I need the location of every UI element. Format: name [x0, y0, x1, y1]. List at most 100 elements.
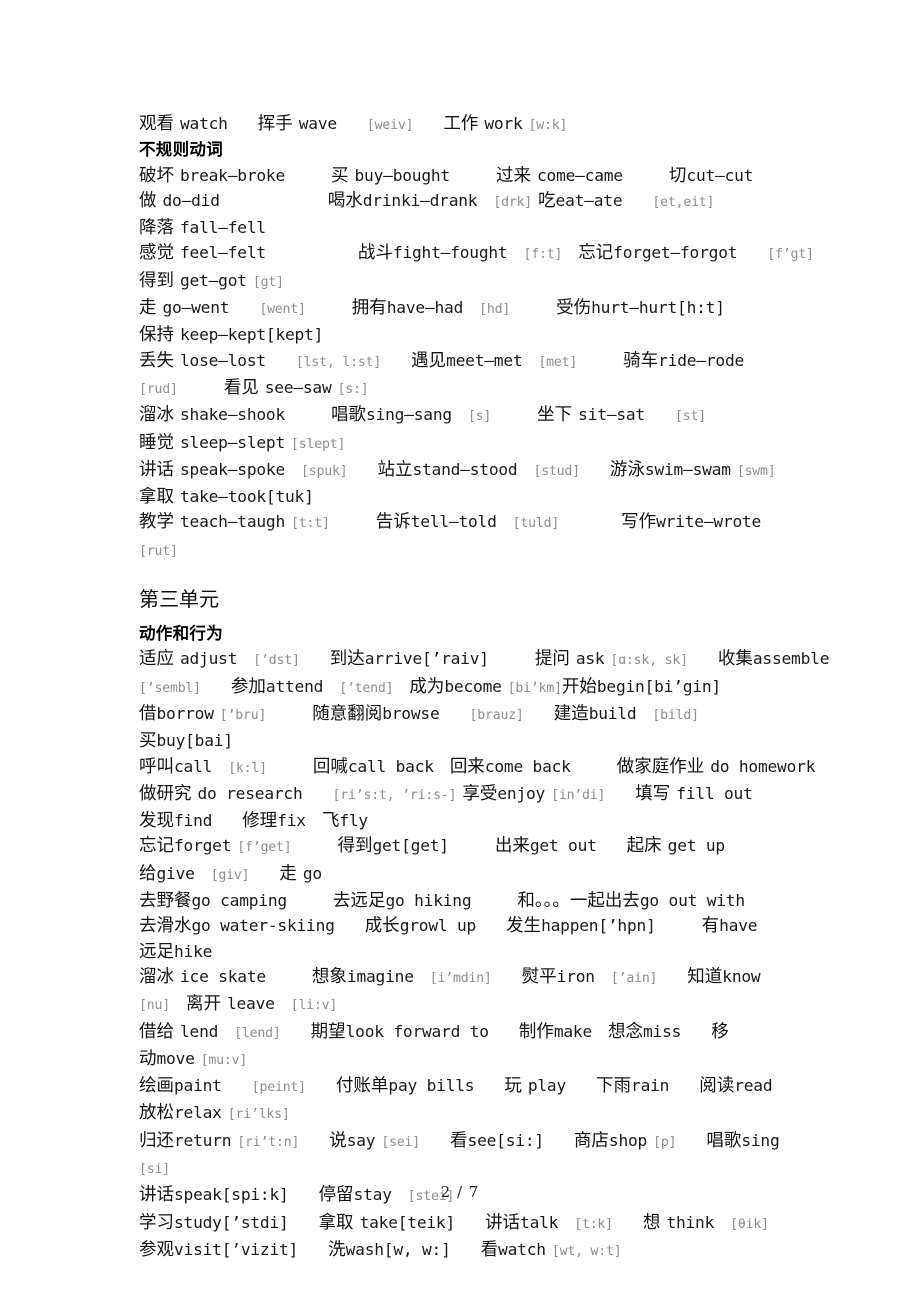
english-word: assemble — [752, 649, 830, 669]
phonetic-transcription: [lst, l:st] — [295, 354, 382, 370]
english-word: break—broke — [180, 165, 286, 185]
chinese-gloss: 买 — [139, 731, 157, 752]
chinese-gloss: 破坏 — [139, 165, 174, 186]
phonetic-transcription: [st] — [674, 409, 706, 425]
english-word: stand—stood — [412, 459, 518, 479]
phonetic-transcription: [weiv] — [366, 118, 414, 133]
english-word: study[’stdi] — [174, 1212, 289, 1232]
chinese-gloss: 做家庭作业 — [616, 756, 705, 777]
english-word: visit[’vizit] — [174, 1239, 299, 1259]
phonetic-transcription: [slept] — [291, 436, 346, 452]
chinese-gloss: 挥手 — [257, 114, 293, 134]
english-word: look forward to — [345, 1021, 489, 1041]
english-word: fix — [277, 811, 306, 831]
vocabulary-line: 溜冰 ice skate 想象imagine [i’mdin] 熨平iron [’ain]… — [139, 964, 844, 991]
phonetic-transcription: [went] — [259, 302, 306, 318]
chinese-gloss: 讲话 — [139, 459, 174, 480]
english-word: drinki—drank — [362, 190, 478, 210]
english-word: adjust — [180, 649, 238, 669]
english-word: watch — [498, 1239, 546, 1259]
english-word: ice skate — [180, 966, 266, 986]
english-word: teach—taugh — [180, 512, 286, 532]
chinese-gloss: 喝水 — [327, 190, 363, 211]
english-word: wash[w, w:] — [345, 1239, 451, 1259]
chinese-gloss: 走 — [279, 863, 297, 884]
vocabulary-line: 保持 keep—kept[kept] — [139, 322, 844, 347]
english-word: paint — [174, 1076, 222, 1096]
english-word: speak—spoke — [180, 459, 286, 479]
chinese-gloss: 走 — [139, 298, 157, 319]
chinese-gloss: 得到 — [139, 270, 174, 291]
vocabulary-line: 去滑水go water-skiing 成长growl up 发生happen[’hp… — [139, 913, 844, 938]
chinese-gloss: 下雨 — [596, 1076, 632, 1097]
chinese-gloss: 溜冰 — [139, 966, 174, 987]
unit-heading: 第三单元 — [139, 587, 219, 612]
english-word: pay bills — [388, 1076, 475, 1096]
english-word: get out — [529, 836, 597, 856]
phonetic-transcription: [bild] — [652, 707, 699, 723]
vocabulary-line: [rud] 看见 see—saw [s:] — [139, 375, 844, 402]
english-word: say — [346, 1130, 376, 1150]
phonetic-transcription: [rut] — [139, 543, 178, 559]
chinese-gloss: 动 — [139, 1048, 157, 1069]
english-word: sleep—slept — [180, 432, 286, 452]
phonetic-transcription: [sei] — [381, 1134, 421, 1150]
phonetic-transcription: [lend] — [234, 1025, 281, 1041]
vocabulary-line: [nu] 离开 leave [li:v] — [139, 991, 844, 1018]
document-page: 观看 watch 挥手 wave [weiv] 工作 work [w:k] 不规则动词 破坏 bre… — [0, 0, 920, 1302]
english-word: growl up — [399, 916, 477, 936]
phonetic-transcription: [nu] — [139, 998, 170, 1014]
english-word: work — [484, 114, 523, 133]
chinese-gloss: 想念 — [608, 1021, 643, 1042]
english-word: come—came — [536, 165, 623, 185]
vocabulary-line: 借borrow [’bru] 随意翻阅browse [brauz] 建造build [bi… — [139, 701, 844, 728]
english-word: relax — [174, 1103, 222, 1123]
chinese-gloss: 填写 — [635, 783, 671, 804]
chinese-gloss: 丢失 — [139, 350, 174, 371]
chinese-gloss: 降落 — [139, 218, 174, 239]
vocabulary-line: 去野餐go camping 去远足go hiking 和。。。一起出去go out … — [139, 888, 844, 913]
english-word: do homework — [710, 756, 816, 776]
english-word: give — [156, 863, 195, 883]
chinese-gloss: 离开 — [185, 994, 221, 1015]
phonetic-transcription: [i’mdin] — [429, 970, 492, 986]
phonetic-transcription: [ri’s:t, ’ri:s-] — [332, 787, 457, 803]
english-word: know — [722, 966, 761, 986]
english-word: come back — [484, 756, 571, 776]
english-word: lend — [180, 1021, 219, 1041]
english-word: play — [527, 1076, 567, 1096]
chinese-gloss: 买 — [331, 165, 349, 186]
phonetic-transcription: [s:] — [337, 381, 369, 397]
english-word: fill out — [676, 783, 753, 803]
chinese-gloss: 受伤 — [556, 298, 592, 319]
page-footer: 2 / 7 — [440, 1183, 480, 1201]
phonetic-transcription: [brauz] — [469, 707, 524, 723]
english-word: shop — [608, 1130, 648, 1150]
english-word: leave — [226, 994, 275, 1014]
chinese-gloss: 起床 — [626, 836, 662, 857]
phonetic-transcription: [met] — [538, 354, 578, 370]
english-word: keep—kept[kept] — [180, 325, 324, 345]
english-word: swim—swam — [644, 459, 731, 479]
chinese-gloss: 学习 — [139, 1212, 174, 1233]
vocabulary-line: 讲话 speak—spoke [spuk] 站立stand—stood [stud] 游泳… — [139, 457, 844, 484]
vocabulary-line: [’sembl] 参加attend [’tend] 成为become [bi’km]开始… — [139, 674, 844, 701]
vocabulary-line: 教学 teach—taugh [t:t] 告诉tell—told [tuld] 写作wri… — [139, 509, 844, 536]
english-word: imagine — [346, 966, 414, 986]
english-word: hike — [174, 941, 213, 961]
chinese-gloss: 去远足 — [332, 891, 386, 912]
english-word: rain — [631, 1076, 670, 1096]
phonetic-transcription: [’ain] — [610, 970, 658, 986]
chinese-gloss: 飞 — [321, 811, 340, 832]
chinese-gloss: 遇见 — [411, 350, 447, 371]
chinese-gloss: 拿取 — [318, 1212, 354, 1233]
phonetic-transcription: [hd] — [479, 302, 511, 318]
vertical-gap — [139, 612, 844, 622]
vocabulary-line: 做 do—did 喝水drinki—drank [drk] 吃eat—ate [et,ei… — [139, 188, 844, 215]
phonetic-transcription: [in’di] — [551, 787, 606, 803]
chinese-gloss: 骑车 — [623, 350, 659, 371]
vocabulary-line: 观看 watch 挥手 wave [weiv] 工作 work [w:k] — [139, 111, 844, 138]
chinese-gloss: 保持 — [139, 325, 174, 346]
chinese-gloss: 期望 — [310, 1021, 346, 1042]
english-word: go water-skiing — [191, 916, 335, 936]
